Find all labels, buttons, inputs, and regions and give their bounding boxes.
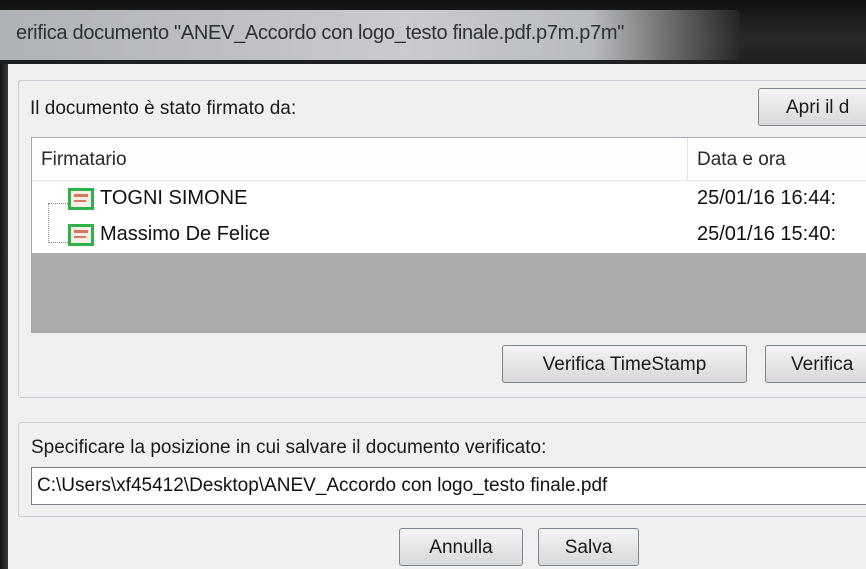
save-location-label: Specificare la posizione in cui salvare … xyxy=(31,437,547,458)
open-document-button[interactable]: Apri il d xyxy=(758,88,866,126)
signer-name: Massimo De Felice xyxy=(100,223,271,245)
column-separator xyxy=(687,138,688,180)
signer-row[interactable]: TOGNI SIMONE 25/01/16 16:44: xyxy=(32,181,866,217)
certificate-icon xyxy=(68,188,94,210)
tree-line xyxy=(48,242,68,243)
window-left-border xyxy=(0,64,8,569)
title-bar[interactable]: erifica documento "ANEV_Accordo con logo… xyxy=(0,0,866,64)
cancel-button[interactable]: Annulla xyxy=(399,528,523,566)
signer-row[interactable]: Massimo De Felice 25/01/16 15:40: xyxy=(32,217,866,253)
signers-label: Il documento è stato firmato da: xyxy=(30,98,297,119)
tree-line xyxy=(48,203,68,204)
list-rows: TOGNI SIMONE 25/01/16 16:44: Massimo De … xyxy=(32,181,866,253)
signer-datetime: 25/01/16 16:44: xyxy=(697,187,837,209)
verify-button[interactable]: Verifica xyxy=(765,345,866,383)
signer-datetime: 25/01/16 15:40: xyxy=(697,223,837,245)
save-button[interactable]: Salva xyxy=(538,528,639,566)
window-title: erifica documento "ANEV_Accordo con logo… xyxy=(16,22,625,44)
signer-name: TOGNI SIMONE xyxy=(100,187,248,209)
tree-line xyxy=(48,203,49,243)
signers-list[interactable]: Firmatario Data e ora TOGNI SIMONE 25/01… xyxy=(31,137,866,333)
save-path-input[interactable]: C:\Users\xf45412\Desktop\ANEV_Accordo co… xyxy=(31,467,866,505)
list-header: Firmatario Data e ora xyxy=(32,138,866,181)
certificate-icon xyxy=(68,224,94,246)
column-header-signer[interactable]: Firmatario xyxy=(41,149,127,171)
column-header-datetime[interactable]: Data e ora xyxy=(697,149,786,171)
verify-timestamp-button[interactable]: Verifica TimeStamp xyxy=(502,345,747,383)
